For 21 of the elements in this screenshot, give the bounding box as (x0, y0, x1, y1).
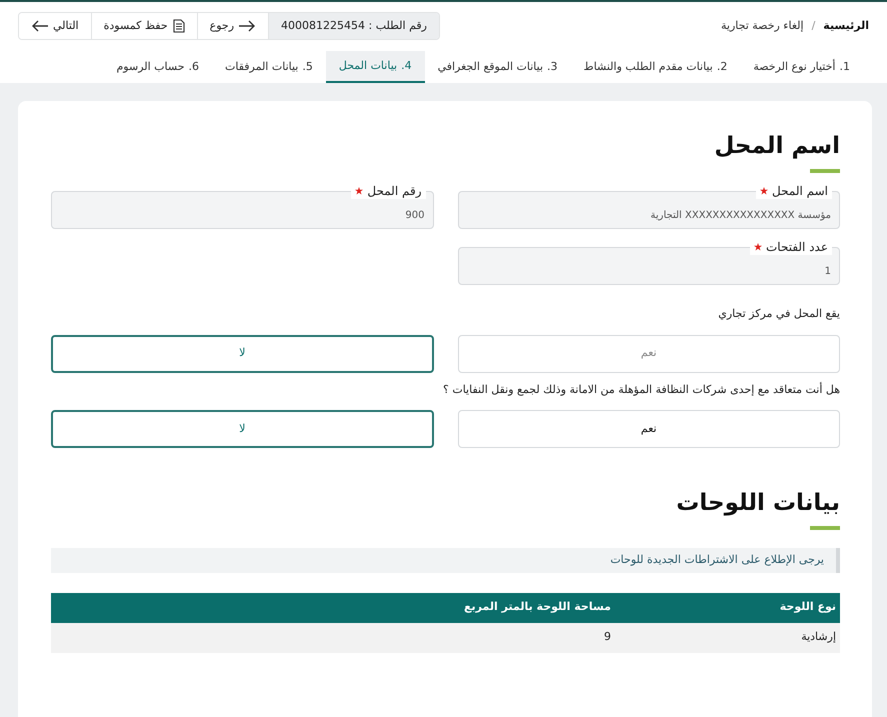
option-button[interactable]: نعم (458, 334, 840, 372)
next-button[interactable]: التالي (19, 13, 92, 39)
breadcrumb-link[interactable]: الرئيسية (823, 18, 869, 34)
section-title: بيانات اللوحات (675, 489, 840, 518)
column-header: نوع اللوحة (615, 592, 840, 622)
request-number: رقم الطلب : 400081225454 (269, 13, 439, 39)
table-cell: 9 (51, 622, 615, 652)
question-text: يقع المحل في مركز تجاري (717, 306, 840, 322)
section-title: اسم المحل (713, 132, 840, 161)
breadcrumb-separator: / (812, 18, 816, 34)
breadcrumb-link[interactable]: إلغاء رخصة تجارية (720, 18, 804, 34)
table-cell: إرشادية (615, 622, 840, 652)
document-icon (172, 19, 185, 33)
option-button[interactable]: لا (51, 410, 434, 448)
option-button[interactable]: نعم (458, 410, 840, 448)
info-note: يرجى الإطلاع على الاشتراطات الجديدة للوحات (51, 548, 840, 572)
column-header: مساحة اللوحة بالمتر المربع (51, 592, 615, 622)
option-button[interactable]: لا (51, 334, 434, 372)
left-arrow-icon (31, 20, 49, 32)
right-arrow-icon (238, 20, 256, 32)
question-text: هل أنت متعاقد مع إحدى شركات النظافة المؤهلة من الامانة وذلك لجمع ونقل النفايات ؟ (442, 382, 840, 398)
